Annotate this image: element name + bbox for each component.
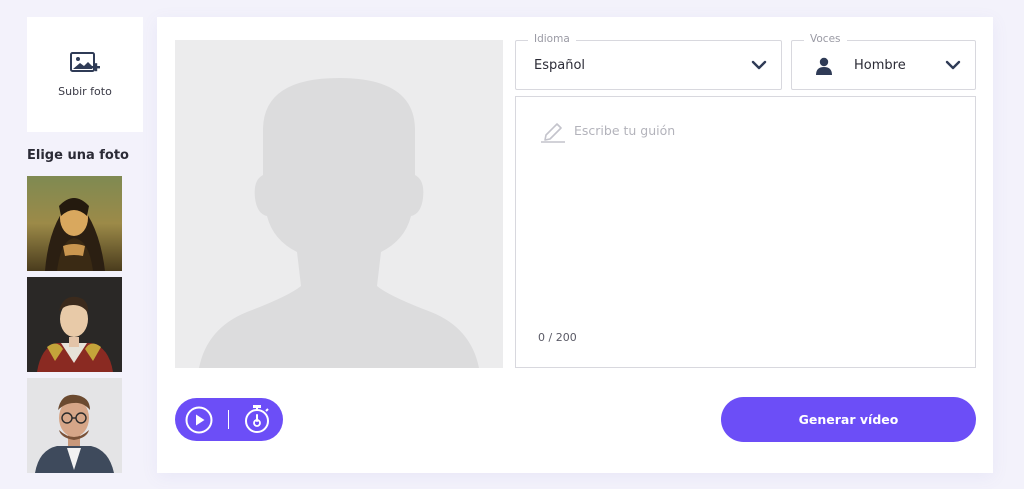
generate-video-button[interactable]: Generar vídeo [721,397,976,442]
chevron-down-icon [751,60,767,70]
mona-lisa-portrait [27,176,122,271]
character-counter: 0 / 200 [538,331,577,344]
photo-option-mona-lisa[interactable] [27,176,122,271]
language-legend: Idioma [528,33,576,45]
upload-photo-label: Subir foto [58,85,112,98]
pencil-icon [541,123,565,143]
napoleon-portrait [27,277,122,372]
upload-photo-button[interactable]: Subir foto [27,17,143,132]
chevron-down-icon [945,60,961,70]
voice-value: Hombre [854,58,906,73]
main-panel: Idioma Español Voces Hombre 0 / 200 [157,17,993,473]
person-silhouette-icon [199,78,479,368]
voice-legend: Voces [804,33,847,45]
add-image-icon [70,52,100,72]
play-button[interactable] [185,406,213,434]
language-select[interactable]: Idioma Español [515,33,782,90]
choose-photo-heading: Elige una foto [27,148,129,163]
photo-option-napoleon[interactable] [27,277,122,372]
man-with-glasses-photo [27,378,122,473]
script-input[interactable] [574,123,954,323]
controls-divider [228,410,229,429]
person-icon [816,57,832,75]
photo-preview [175,40,503,368]
preview-controls [175,398,283,441]
voice-select[interactable]: Voces Hombre [791,33,976,90]
language-value: Español [534,58,586,73]
script-editor: 0 / 200 [515,96,976,368]
photo-option-man-glasses[interactable] [27,378,122,473]
stopwatch-icon[interactable] [243,404,271,434]
